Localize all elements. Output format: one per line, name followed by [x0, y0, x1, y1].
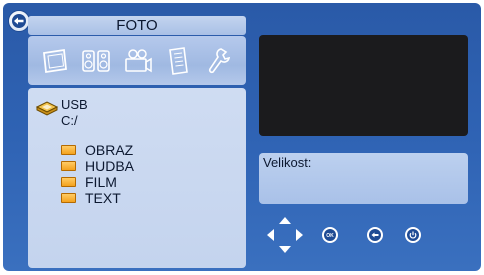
return-arrow-icon[interactable] — [367, 227, 383, 243]
page-title: FOTO — [28, 16, 246, 35]
drive-name: USB — [61, 97, 88, 112]
ok-button[interactable]: OK — [322, 227, 338, 243]
folder-label: OBRAZ — [85, 142, 134, 158]
folder-list: OBRAZ HUDBA FILM TEXT — [61, 142, 134, 206]
back-arrow-icon[interactable] — [8, 10, 30, 32]
wrench-icon[interactable] — [202, 44, 236, 78]
ok-label: OK — [326, 233, 334, 239]
folder-icon — [61, 145, 76, 155]
category-strip — [28, 36, 246, 85]
document-icon[interactable] — [161, 44, 195, 78]
folder-item[interactable]: TEXT — [61, 190, 134, 206]
photo-frame-icon[interactable] — [38, 44, 72, 78]
control-bar: OK — [265, 215, 465, 257]
film-camera-icon[interactable] — [120, 44, 154, 78]
folder-label: TEXT — [85, 190, 121, 206]
folder-label: FILM — [85, 174, 117, 190]
file-browser: USB C:/ OBRAZ HUDBA FILM TEXT — [28, 88, 246, 268]
speakers-icon[interactable] — [79, 44, 113, 78]
folder-icon — [61, 161, 76, 171]
folder-icon — [61, 193, 76, 203]
preview-pane — [259, 35, 468, 136]
dpad-arrows-icon[interactable] — [265, 215, 305, 255]
standby-icon[interactable] — [405, 227, 421, 243]
folder-icon — [61, 177, 76, 187]
size-label: Velikost: — [263, 155, 312, 170]
folder-item[interactable]: FILM — [61, 174, 134, 190]
drive-path: C:/ — [61, 113, 78, 128]
info-panel: Velikost: — [259, 153, 468, 204]
folder-label: HUDBA — [85, 158, 135, 174]
folder-item[interactable]: HUDBA — [61, 158, 134, 174]
drive-entry[interactable]: USB C:/ — [35, 97, 88, 129]
usb-drive-icon — [35, 101, 59, 116]
folder-item[interactable]: OBRAZ — [61, 142, 134, 158]
main-screen: FOTO USB C:/ OBRAZ HUDBA FILM TEXT Velik… — [3, 3, 481, 271]
